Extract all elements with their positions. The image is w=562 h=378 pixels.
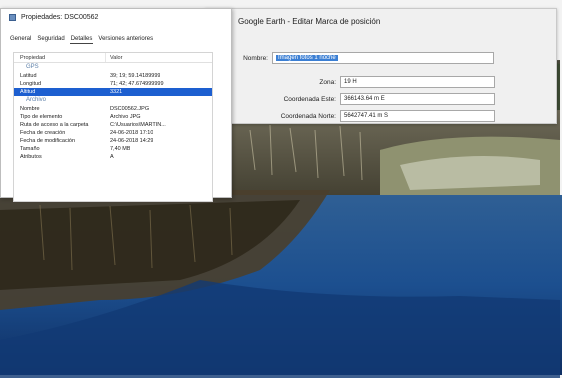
property-key: Longitud — [20, 81, 42, 87]
north-coordinate-label: Coordenada Norte: — [280, 112, 336, 120]
name-label: Nombre: — [243, 54, 268, 62]
property-row-size[interactable]: Tamaño 7,40 MB — [14, 145, 212, 153]
property-value: C:\Usuarios\MARTIN... — [110, 122, 166, 128]
column-header-value[interactable]: Valor — [106, 53, 122, 62]
properties-title: Propiedades: DSC00562 — [21, 14, 99, 21]
properties-titlebar[interactable]: Propiedades: DSC00562 — [1, 9, 231, 26]
property-value: 71; 42; 47.674999999 — [110, 81, 164, 87]
tab-security[interactable]: Seguridad — [36, 35, 65, 44]
property-row-item-type[interactable]: Tipo de elemento Archivo JPG — [14, 113, 212, 121]
zone-input[interactable]: 19 H — [340, 76, 495, 88]
property-row-date-created[interactable]: Fecha de creación 24-06-2018 17:10 — [14, 129, 212, 137]
zone-label: Zona: — [319, 78, 336, 86]
image-file-icon — [9, 14, 16, 21]
property-value: 39; 19; 59.14189999 — [110, 73, 161, 79]
tab-details[interactable]: Detalles — [69, 35, 94, 44]
section-file: Archivo — [26, 97, 47, 103]
section-gps: GPS — [26, 64, 39, 70]
properties-tabs: General Seguridad Detalles Versiones ant… — [9, 35, 154, 44]
property-row-longitude[interactable]: Longitud 71; 42; 47.674999999 — [14, 80, 212, 88]
name-input-value: Imagen fotos 1 noche — [276, 55, 338, 61]
north-coordinate-row: Coordenada Norte: 5642747.41 m S — [246, 110, 495, 122]
property-key: Fecha de creación — [20, 130, 66, 136]
east-coordinate-input[interactable]: 366143.64 m E — [340, 93, 495, 105]
properties-dialog: Propiedades: DSC00562 General Seguridad … — [0, 8, 232, 202]
property-key: Ruta de acceso a la carpeta — [20, 122, 89, 128]
property-value: A — [110, 154, 114, 160]
property-value: 7,40 MB — [110, 146, 131, 152]
east-coordinate-row: Coordenada Este: 366143.64 m E — [246, 93, 495, 105]
property-row-attributes[interactable]: Atributos A — [14, 153, 212, 161]
north-coordinate-input[interactable]: 5642747.41 m S — [340, 110, 495, 122]
details-property-list[interactable]: Propiedad Valor GPS Latitud 39; 19; 59.1… — [13, 52, 213, 202]
property-key: Nombre — [20, 106, 40, 112]
property-value: 24-06-2018 14:29 — [110, 138, 154, 144]
property-row-date-modified[interactable]: Fecha de modificación 24-06-2018 14:29 — [14, 137, 212, 145]
property-value: 24-06-2018 17:10 — [110, 130, 154, 136]
google-earth-edit-placemark-window: Google Earth - Editar Marca de posición … — [205, 8, 557, 124]
property-row-name[interactable]: Nombre DSC00562.JPG — [14, 105, 212, 113]
property-row-latitude[interactable]: Latitud 39; 19; 59.14189999 — [14, 72, 212, 80]
property-value: 3321 — [110, 89, 123, 95]
property-key: Altitud — [20, 89, 36, 95]
property-value: Archivo JPG — [110, 114, 141, 120]
property-row-folder-path[interactable]: Ruta de acceso a la carpeta C:\Usuarios\… — [14, 121, 212, 129]
tab-previous-versions[interactable]: Versiones anteriores — [97, 35, 154, 44]
property-key: Tipo de elemento — [20, 114, 63, 120]
google-earth-window-title: Google Earth - Editar Marca de posición — [238, 17, 381, 26]
property-key: Latitud — [20, 73, 37, 79]
zone-row: Zona: 19 H — [246, 76, 495, 88]
property-value: DSC00562.JPG — [110, 106, 150, 112]
column-header-property[interactable]: Propiedad — [14, 53, 106, 62]
name-row: Nombre: Imagen fotos 1 noche — [238, 52, 494, 64]
property-row-altitude[interactable]: Altitud 3321 — [14, 88, 212, 96]
tab-general[interactable]: General — [9, 35, 32, 44]
property-key: Fecha de modificación — [20, 138, 76, 144]
property-key: Tamaño — [20, 146, 40, 152]
name-input[interactable]: Imagen fotos 1 noche — [272, 52, 494, 64]
east-coordinate-label: Coordenada Este: — [283, 95, 336, 103]
property-list-header: Propiedad Valor — [14, 53, 212, 63]
property-key: Atributos — [20, 154, 42, 160]
